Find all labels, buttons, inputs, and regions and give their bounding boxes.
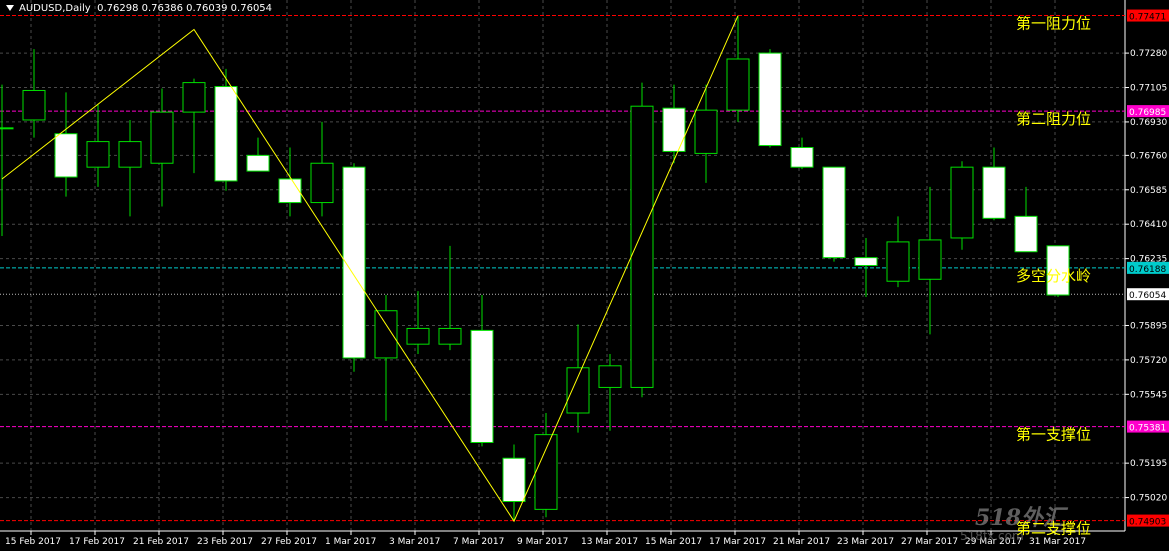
candle-body[interactable] xyxy=(0,127,14,130)
x-tick-label: 17 Feb 2017 xyxy=(69,537,125,547)
y-tick-label: 0.75895 xyxy=(1130,321,1167,331)
candle-body[interactable] xyxy=(54,133,78,178)
y-tick-label: 0.75020 xyxy=(1130,494,1167,504)
y-tick-label: 0.77105 xyxy=(1130,84,1167,94)
candle-body[interactable] xyxy=(22,89,46,121)
y-tick-label: 0.75720 xyxy=(1130,356,1167,366)
level-note: 第一阻力位 xyxy=(1016,15,1091,33)
dropdown-arrow-icon[interactable] xyxy=(6,5,14,11)
level-note: 多空分水岭 xyxy=(1016,267,1091,285)
x-tick-label: 23 Mar 2017 xyxy=(837,537,894,547)
candle-body[interactable] xyxy=(630,105,654,388)
price-badge-label: 0.74903 xyxy=(1129,518,1166,528)
candle-body[interactable] xyxy=(374,310,398,359)
x-tick-label: 21 Mar 2017 xyxy=(773,537,830,547)
y-tick-label: 0.75545 xyxy=(1130,390,1167,400)
chart-canvas[interactable]: 15 Feb 2017 17 Feb 2017 21 Feb 2017 23 Feb … xyxy=(0,0,1169,551)
price-badge-label: 0.77471 xyxy=(1129,13,1166,23)
candle-body[interactable] xyxy=(790,147,814,168)
candle-body[interactable] xyxy=(278,178,302,204)
candle-body[interactable] xyxy=(502,457,526,503)
y-tick-label: 0.77280 xyxy=(1130,49,1167,59)
candle-body[interactable] xyxy=(182,82,206,113)
candle-body[interactable] xyxy=(566,367,590,414)
candle-body[interactable] xyxy=(310,162,334,204)
candle-body[interactable] xyxy=(950,166,974,239)
x-tick-label: 15 Mar 2017 xyxy=(645,537,702,547)
candle-body[interactable] xyxy=(470,329,494,443)
x-tick-label: 15 Feb 2017 xyxy=(5,537,61,547)
candle-body[interactable] xyxy=(822,166,846,259)
level-note: 第二阻力位 xyxy=(1016,110,1091,128)
level-note: 第一支撑位 xyxy=(1016,426,1091,444)
candle-body[interactable] xyxy=(918,239,942,280)
candle-body[interactable] xyxy=(438,327,462,345)
chart-background xyxy=(0,0,1169,551)
y-tick-label: 0.76410 xyxy=(1130,220,1167,230)
price-badge-label: 0.76054 xyxy=(1129,291,1166,301)
x-tick-label: 7 Mar 2017 xyxy=(453,537,504,547)
candle-body[interactable] xyxy=(982,166,1006,219)
y-tick-label: 0.75195 xyxy=(1130,459,1167,469)
candle-body[interactable] xyxy=(150,111,174,164)
candle-body[interactable] xyxy=(694,109,718,154)
candle-body[interactable] xyxy=(342,166,366,359)
y-tick-label: 0.76760 xyxy=(1130,151,1167,161)
candle-body[interactable] xyxy=(246,154,270,172)
candle-body[interactable] xyxy=(726,58,750,111)
candle-body[interactable] xyxy=(86,141,110,168)
y-tick-label: 0.76585 xyxy=(1130,186,1167,196)
candle-body[interactable] xyxy=(118,141,142,168)
x-tick-label: 17 Mar 2017 xyxy=(709,537,766,547)
candle-body[interactable] xyxy=(854,257,878,266)
candle-body[interactable] xyxy=(598,365,622,388)
candle-body[interactable] xyxy=(1014,215,1038,253)
candle-body[interactable] xyxy=(662,107,686,152)
x-tick-label: 27 Feb 2017 xyxy=(261,537,317,547)
x-tick-label: 1 Mar 2017 xyxy=(325,537,376,547)
symbol-label: AUDUSD,Daily xyxy=(19,3,91,14)
price-badge-label: 0.75381 xyxy=(1129,424,1166,434)
x-tick-label: 23 Feb 2017 xyxy=(197,537,253,547)
x-tick-label: 27 Mar 2017 xyxy=(901,537,958,547)
price-badge-label: 0.76188 xyxy=(1129,265,1166,275)
ohlc-header: AUDUSD,Daily 0.76298 0.76386 0.76039 0.7… xyxy=(2,3,272,14)
x-tick-label: 9 Mar 2017 xyxy=(517,537,568,547)
ohlc-values: 0.76298 0.76386 0.76039 0.76054 xyxy=(97,3,273,14)
watermark-site: 518fx.com xyxy=(960,529,1024,543)
y-tick-label: 0.76930 xyxy=(1130,118,1167,128)
candle-body[interactable] xyxy=(758,52,782,147)
x-tick-label: 21 Feb 2017 xyxy=(133,537,189,547)
price-chart[interactable]: 15 Feb 2017 17 Feb 2017 21 Feb 2017 23 Feb … xyxy=(0,0,1169,551)
price-badge-label: 0.76985 xyxy=(1129,108,1166,118)
candle-body[interactable] xyxy=(886,241,910,282)
level-note: 第二支撑位 xyxy=(1016,520,1091,538)
candle-body[interactable] xyxy=(214,86,238,182)
candle-body[interactable] xyxy=(534,434,558,510)
x-tick-label: 3 Mar 2017 xyxy=(389,537,440,547)
x-tick-label: 13 Mar 2017 xyxy=(581,537,638,547)
x-tick-label: 31 Mar 2017 xyxy=(1029,537,1086,547)
candle-body[interactable] xyxy=(406,327,430,345)
